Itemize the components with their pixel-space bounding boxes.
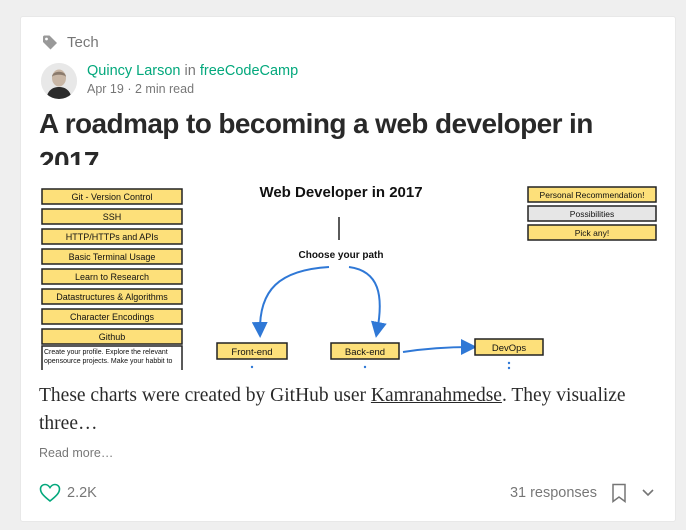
clap-area[interactable]: 2.2K	[39, 483, 97, 503]
author-link[interactable]: Quincy Larson	[87, 63, 181, 79]
hero-path-devops: DevOps	[492, 343, 527, 354]
tag-icon	[43, 35, 57, 50]
legend-0: Personal Recommendation!	[540, 190, 645, 200]
read-time: 2 min read	[134, 82, 195, 96]
avatar[interactable]	[41, 63, 77, 99]
hero-title: Web Developer in 2017	[259, 184, 422, 201]
hero-box-4: Learn to Research	[75, 272, 149, 282]
hero-box-6: Character Encodings	[70, 312, 155, 322]
responses-link[interactable]: 31 responses	[510, 485, 597, 501]
hero-path-frontend: Front-end	[231, 347, 272, 358]
read-more-link[interactable]: Read more…	[39, 446, 113, 460]
hero-box-2: HTTP/HTTPs and APIs	[66, 232, 159, 242]
post-card: Tech Quincy Larson in freeCodeCamp Apr 1…	[20, 16, 676, 522]
hero-choose: Choose your path	[298, 250, 383, 261]
post-excerpt: These charts were created by GitHub user…	[39, 382, 649, 438]
clap-count[interactable]: 2.2K	[67, 485, 97, 501]
hero-legend: Personal Recommendation! Possibilities P…	[527, 186, 657, 241]
hero-box-1: SSH	[103, 212, 122, 222]
post-date: Apr 19	[87, 82, 124, 96]
hero-image[interactable]: Git - Version Control SSH HTTP/HTTPs and…	[39, 165, 659, 370]
hero-left-boxes: Git - Version Control SSH HTTP/HTTPs and…	[41, 188, 183, 370]
excerpt-link[interactable]: Kamranahmedse	[371, 385, 502, 406]
heart-icon[interactable]	[39, 483, 61, 503]
tag-label: Tech	[67, 33, 99, 51]
legend-1: Possibilities	[570, 209, 614, 219]
post-tag[interactable]: Tech	[41, 33, 99, 51]
bookmark-icon[interactable]	[611, 483, 627, 503]
hero-box-0: Git - Version Control	[71, 192, 152, 202]
legend-2: Pick any!	[575, 228, 610, 238]
meta-dot: ·	[127, 82, 132, 96]
post-actions: 31 responses	[510, 483, 655, 503]
hero-box-3: Basic Terminal Usage	[69, 252, 156, 262]
hero-path-backend: Back-end	[345, 347, 385, 358]
hero-box-5: Datastructures & Algorithms	[56, 292, 168, 302]
in-label: in	[184, 63, 196, 79]
publication-link[interactable]: freeCodeCamp	[200, 63, 298, 79]
hero-note: Create your profile. Explore the relevan…	[44, 349, 173, 365]
chevron-down-icon[interactable]	[641, 488, 655, 498]
hero-box-7: Github	[99, 332, 126, 342]
author-block: Quincy Larson in freeCodeCamp Apr 19 · 2…	[41, 63, 298, 99]
excerpt-text-1: These charts were created by GitHub user	[39, 385, 371, 406]
